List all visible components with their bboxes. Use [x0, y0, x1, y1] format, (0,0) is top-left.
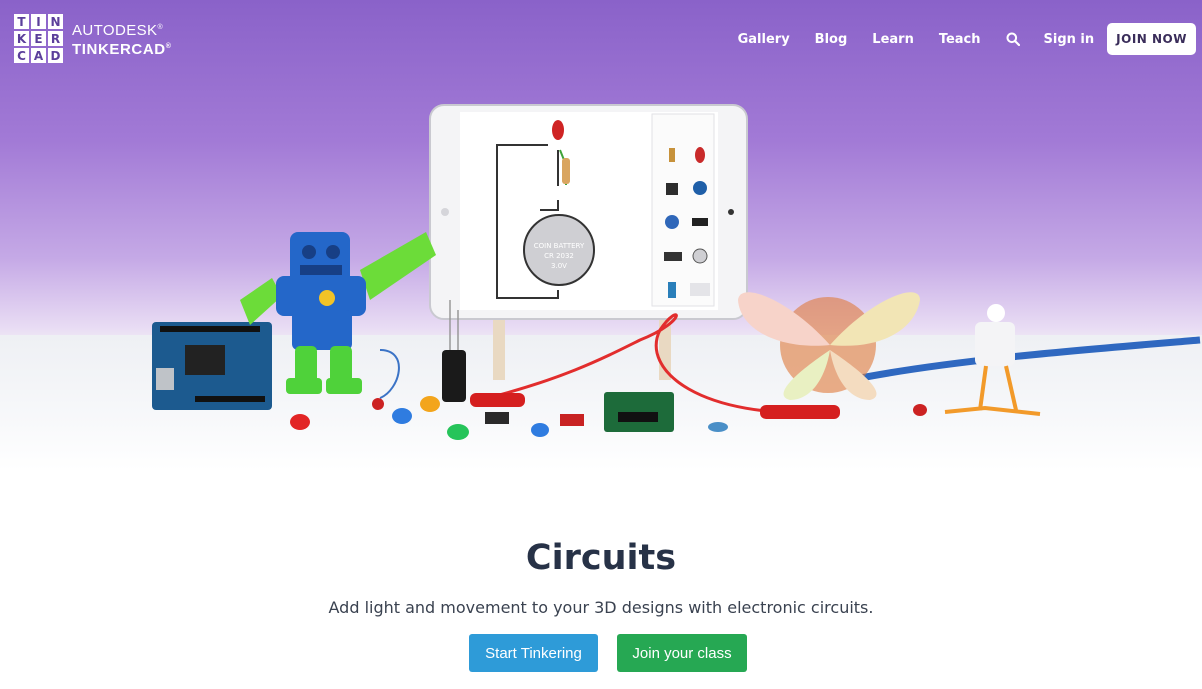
- top-navigation: Gallery Blog Learn Teach Sign in JOIN NO…: [738, 23, 1196, 55]
- logo-letter: D: [48, 48, 63, 63]
- component-panel: [651, 113, 715, 307]
- logo-letter: I: [31, 14, 46, 29]
- nav-blog[interactable]: Blog: [815, 32, 848, 47]
- logo-line-autodesk: AUTODESK: [72, 21, 158, 39]
- logo-wordmark: AUTODESK® TINKERCAD®: [72, 20, 172, 58]
- join-now-button[interactable]: JOIN NOW: [1107, 23, 1196, 55]
- led-component: [552, 120, 564, 140]
- logo-letter: T: [14, 14, 29, 29]
- search-icon[interactable]: [1006, 32, 1020, 46]
- page-title: Circuits: [525, 538, 677, 578]
- logo-line-tinkercad: TINKERCAD: [72, 40, 166, 58]
- hero-banner: COIN BATTERY CR 2032 3.0V: [0, 0, 1202, 470]
- page-subtitle: Add light and movement to your 3D design…: [328, 598, 874, 617]
- tinkercad-logo[interactable]: T I N K E R C A D AUTODESK® TINKERCAD®: [14, 14, 172, 63]
- butterfly-light: [738, 292, 920, 400]
- logo-letter: R: [48, 31, 63, 46]
- tablet-stand-left: [493, 318, 505, 380]
- desk-lamp: [944, 304, 1041, 416]
- logo-letter: N: [48, 14, 63, 29]
- logo-letter: K: [14, 31, 29, 46]
- join-class-button[interactable]: Join your class: [617, 634, 747, 672]
- nav-learn[interactable]: Learn: [872, 32, 914, 47]
- logo-letter: E: [31, 31, 46, 46]
- sign-in-link[interactable]: Sign in: [1044, 32, 1095, 47]
- trademark: ®: [157, 23, 164, 31]
- battery-label-1: COIN BATTERY: [534, 242, 585, 250]
- trademark: ®: [165, 42, 172, 50]
- start-tinkering-button[interactable]: Start Tinkering: [469, 634, 598, 672]
- hero-illustration: COIN BATTERY CR 2032 3.0V: [152, 104, 1201, 440]
- battery-label-3: 3.0V: [551, 262, 567, 270]
- nav-teach[interactable]: Teach: [939, 32, 981, 47]
- battery-label-2: CR 2032: [544, 252, 574, 260]
- capacitor: [442, 350, 466, 402]
- nav-gallery[interactable]: Gallery: [738, 32, 790, 47]
- coin-battery: [523, 214, 595, 286]
- logo-letter: A: [31, 48, 46, 63]
- logo-letter-grid: T I N K E R C A D: [14, 14, 63, 63]
- logo-letter: C: [14, 48, 29, 63]
